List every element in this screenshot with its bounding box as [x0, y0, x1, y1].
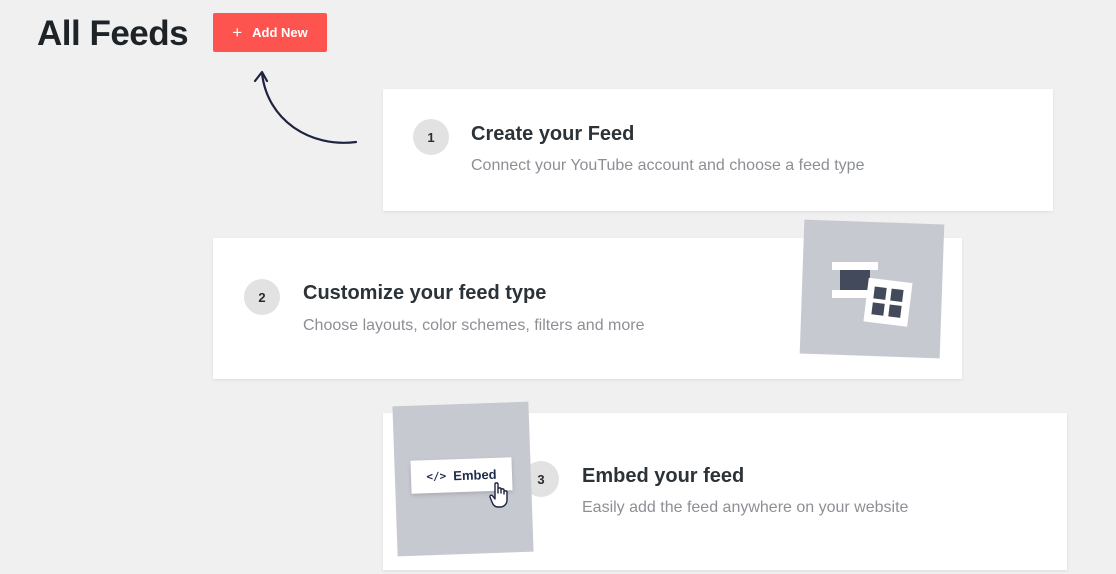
add-new-label: Add New [252, 25, 308, 40]
step-title: Customize your feed type [303, 282, 547, 304]
code-icon: </> [426, 469, 447, 484]
step-number-badge: 1 [413, 119, 449, 155]
curved-arrow-icon [253, 70, 358, 144]
step-description: Easily add the feed anywhere on your web… [582, 499, 909, 516]
step-card-1: 1 Create your Feed Connect your YouTube … [383, 89, 1053, 211]
layout-illustration-icon [832, 262, 913, 327]
step-description: Connect your YouTube account and choose … [471, 157, 865, 174]
page-title: All Feeds [37, 14, 189, 53]
step-title: Create your Feed [471, 123, 635, 145]
step-description: Choose layouts, color schemes, filters a… [303, 317, 645, 334]
add-new-button[interactable]: + Add New [213, 13, 327, 52]
step-number-badge: 2 [244, 279, 280, 315]
plus-icon: + [232, 23, 243, 42]
hand-cursor-icon [489, 482, 508, 508]
step-title: Embed your feed [582, 465, 745, 487]
